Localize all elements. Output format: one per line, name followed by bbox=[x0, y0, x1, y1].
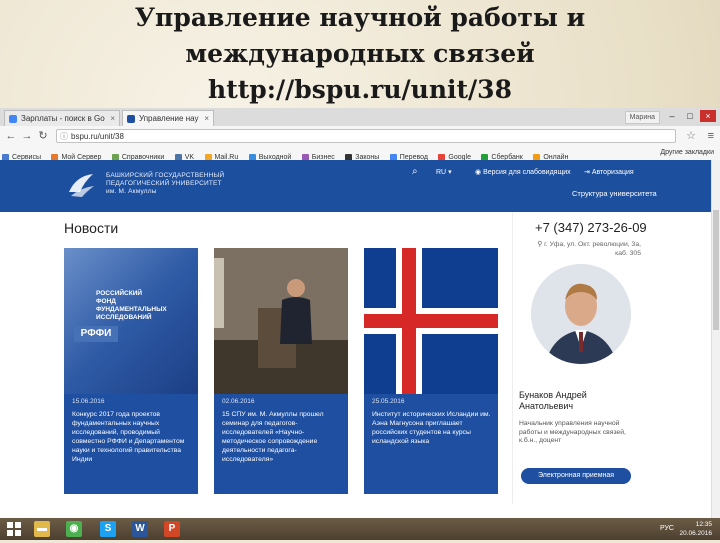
page-info-icon[interactable]: ⓘ bbox=[60, 130, 68, 144]
minimize-button[interactable]: – bbox=[664, 110, 680, 122]
scrollbar-thumb[interactable] bbox=[713, 210, 719, 330]
news-image-rffi: РОССИЙСКИЙ ФОНД ФУНДАМЕНТАЛЬНЫХ ИССЛЕДОВ… bbox=[64, 248, 198, 394]
language-select[interactable]: RU ▾ bbox=[436, 168, 452, 176]
other-bookmarks[interactable]: Другие закладки bbox=[660, 146, 714, 160]
page-content: Новости РОССИЙСКИЙ ФОНД ФУНДАМЕНТАЛЬНЫХ … bbox=[0, 212, 712, 518]
word-icon[interactable]: W bbox=[132, 521, 148, 537]
phone-number[interactable]: +7 (347) 273-26-09 bbox=[535, 220, 647, 235]
electronic-reception-button[interactable]: Электронная приемная bbox=[521, 468, 631, 484]
slide-title-line-2: международных связей bbox=[185, 39, 535, 68]
folder-icon[interactable]: ▬ bbox=[34, 521, 50, 537]
windows-start-icon[interactable] bbox=[6, 521, 22, 537]
news-date: 15.06.2016 bbox=[72, 398, 105, 405]
bookmark-star-icon[interactable]: ☆ bbox=[686, 129, 696, 143]
eye-icon: ◉ bbox=[475, 169, 484, 176]
address-bar: ← → ↻ ⓘ bspu.ru/unit/38 ☆ ≡ bbox=[0, 126, 720, 147]
powerpoint-icon[interactable]: P bbox=[164, 521, 180, 537]
tab-label: Зарплаты - поиск в Google bbox=[21, 114, 105, 123]
news-date: 25.05.2016 bbox=[372, 398, 405, 405]
clock[interactable]: 12:35 20.06.2016 bbox=[679, 520, 712, 538]
tab-label: Управление научной р bbox=[139, 114, 199, 123]
news-text[interactable]: 15 СПУ им. М. Акмуллы прошел семинар для… bbox=[222, 410, 342, 464]
google-icon bbox=[9, 115, 17, 123]
contact-sidebar: +7 (347) 273-26-09 ⚲ г. Уфа, ул. Окт. ре… bbox=[512, 212, 647, 504]
news-card[interactable]: 02.06.2016 15 СПУ им. М. Акмуллы прошел … bbox=[214, 248, 348, 494]
forward-button[interactable]: → bbox=[20, 129, 34, 143]
search-icon[interactable]: ⌕ bbox=[412, 166, 418, 177]
university-name[interactable]: БАШКИРСКИЙ ГОСУДАРСТВЕННЫЙ ПЕДАГОГИЧЕСКИ… bbox=[106, 172, 224, 196]
back-button[interactable]: ← bbox=[4, 129, 18, 143]
login-link[interactable]: ⇥ Авторизация bbox=[584, 168, 634, 176]
browser-window: Зарплаты - поиск в Google × Управление н… bbox=[0, 108, 720, 518]
news-image-photo bbox=[214, 248, 348, 394]
blind-version-link[interactable]: ◉ Версия для слабовидящих bbox=[475, 168, 571, 176]
chrome-icon[interactable]: ◉ bbox=[66, 521, 82, 537]
news-heading: Новости bbox=[64, 220, 119, 236]
person-photo bbox=[531, 264, 631, 364]
news-card[interactable]: 25.05.2016 Институт исторических Исланди… bbox=[364, 248, 498, 494]
person-name: Бунаков Андрей Анатольевич bbox=[519, 390, 587, 411]
close-window-button[interactable]: × bbox=[700, 110, 716, 122]
news-card[interactable]: РОССИЙСКИЙ ФОНД ФУНДАМЕНТАЛЬНЫХ ИССЛЕДОВ… bbox=[64, 248, 198, 494]
seminar-photo bbox=[214, 248, 348, 394]
tab-strip: Зарплаты - поиск в Google × Управление н… bbox=[0, 108, 720, 126]
reload-button[interactable]: ↻ bbox=[36, 129, 50, 143]
rffi-logo: РФФИ bbox=[74, 326, 118, 342]
news-image-flag bbox=[364, 248, 498, 394]
tab-bspu[interactable]: Управление научной р × bbox=[122, 110, 214, 126]
address: ⚲ г. Уфа, ул. Окт. революции, 3а, каб. 3… bbox=[537, 241, 641, 257]
close-icon[interactable]: × bbox=[110, 111, 115, 126]
slide-title-line-1: Управление научной работы и bbox=[134, 3, 586, 32]
person-role: Начальник управления научной работы и ме… bbox=[519, 420, 626, 444]
slide-title: Управление научной работы и международны… bbox=[0, 0, 720, 108]
rffi-logo-text: РОССИЙСКИЙ ФОНД ФУНДАМЕНТАЛЬНЫХ ИССЛЕДОВ… bbox=[96, 290, 167, 321]
iceland-flag-icon bbox=[364, 248, 498, 394]
avatar bbox=[531, 264, 631, 364]
news-text[interactable]: Институт исторических Исландии им. Аэна … bbox=[372, 410, 492, 446]
taskbar: ▬ ◉ S W P РУС 12:35 20.06.2016 bbox=[0, 518, 720, 540]
close-icon[interactable]: × bbox=[204, 111, 209, 126]
language-indicator[interactable]: РУС bbox=[660, 525, 674, 532]
url-input[interactable]: ⓘ bspu.ru/unit/38 bbox=[56, 129, 676, 143]
url-text: bspu.ru/unit/38 bbox=[71, 132, 124, 141]
login-icon: ⇥ bbox=[584, 169, 592, 176]
university-logo-icon[interactable] bbox=[66, 170, 96, 200]
profile-button[interactable]: Марина bbox=[624, 111, 660, 124]
site-header: БАШКИРСКИЙ ГОСУДАРСТВЕННЫЙ ПЕДАГОГИЧЕСКИ… bbox=[0, 160, 712, 212]
slide-title-line-3: http://bspu.ru/unit/38 bbox=[208, 75, 512, 104]
menu-icon[interactable]: ≡ bbox=[708, 129, 714, 143]
skype-icon[interactable]: S bbox=[100, 521, 116, 537]
maximize-button[interactable]: □ bbox=[682, 110, 698, 122]
news-text[interactable]: Конкурс 2017 года проектов фундаментальн… bbox=[72, 410, 192, 464]
bookmarks-bar: Сервисы Мой Сервер Справочники VK Mail.R… bbox=[0, 146, 720, 161]
news-date: 02.06.2016 bbox=[222, 398, 255, 405]
site-favicon-icon bbox=[127, 115, 135, 123]
tab-google[interactable]: Зарплаты - поиск в Google × bbox=[4, 110, 120, 126]
scrollbar[interactable] bbox=[711, 160, 720, 518]
structure-link[interactable]: Структура университета bbox=[572, 189, 657, 198]
